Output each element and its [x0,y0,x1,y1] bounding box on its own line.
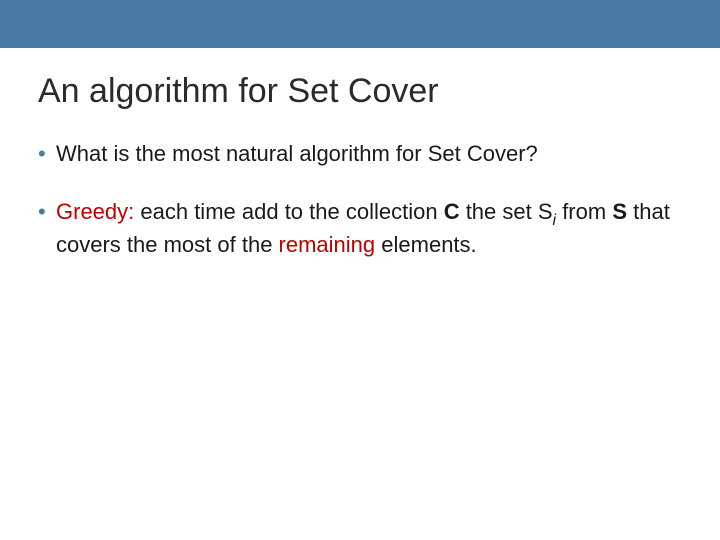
b2-i: i [553,212,557,229]
bullet-item-1: What is the most natural algorithm for S… [38,139,682,169]
b2-C: C [444,199,460,224]
b2-t2: the set [460,199,538,224]
b2-S2: S [612,199,627,224]
slide-body: An algorithm for Set Cover What is the m… [0,48,720,260]
bullet-item-2: Greedy: each time add to the collection … [38,197,682,260]
b2-t3: from [556,199,612,224]
b2-t1: each time add to the collection [134,199,443,224]
bullet-list: What is the most natural algorithm for S… [38,139,682,260]
bullet-1-text: What is the most natural algorithm for S… [56,141,538,166]
slide-title: An algorithm for Set Cover [38,72,682,111]
header-bar [0,0,720,48]
b2-t5: elements. [375,232,477,257]
b2-remaining: remaining [279,232,376,257]
b2-S: S [538,199,553,224]
greedy-label: Greedy: [56,199,134,224]
